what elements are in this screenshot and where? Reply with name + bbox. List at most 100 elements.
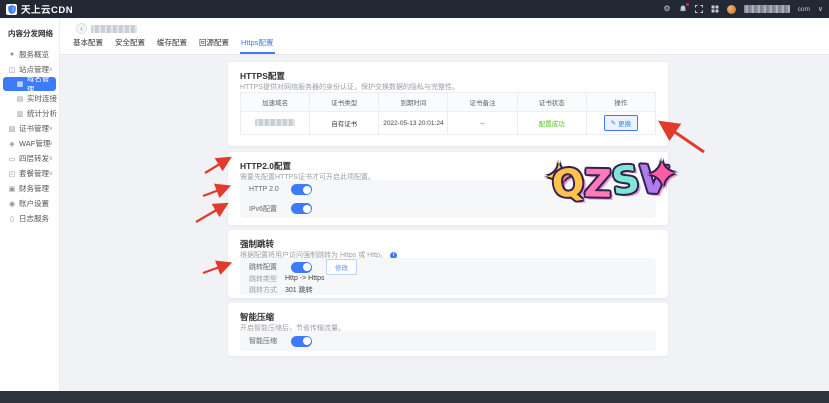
table-header-row: 加速域名 证书类型 到期时间 证书备注 证书状态 操作 xyxy=(241,93,656,112)
redacted-domain xyxy=(255,119,295,126)
redacted-domain xyxy=(91,25,137,33)
card-title: 智能压缩 xyxy=(240,311,274,323)
graffiti-watermark: ✦ Q Z S V ✦ xyxy=(551,159,670,203)
sidebar: 内容分发网络 ● 服务概览 ◫ 站点管理 ∧ ▦ 域名管理 ▤ 实时连接 ▥ 统… xyxy=(0,18,60,391)
setting-label: HTTP 2.0 xyxy=(249,186,285,193)
sidebar-item-log-service[interactable]: ▯ 日志服务 xyxy=(0,211,59,226)
certificate-table: 加速域名 证书类型 到期时间 证书备注 证书状态 操作 自有证书 2022-05… xyxy=(240,92,656,135)
col-action: 操作 xyxy=(586,93,655,112)
chevron-down-icon: ∨ xyxy=(49,140,53,147)
redirect-toggle[interactable] xyxy=(291,262,312,273)
setting-label: 智能压缩 xyxy=(249,336,285,346)
ledger-icon: ▣ xyxy=(8,185,16,193)
compress-toggle-row: 智能压缩 xyxy=(240,331,656,351)
setting-label: 跳转配置 xyxy=(249,262,285,272)
top-bar: 天上云CDN ⚙ com ∨ xyxy=(0,0,829,18)
card-description: HTTPS提供对网络服务器的身份认证，保护交换数据的隐私与完整性。 xyxy=(240,82,459,92)
tab-origin-config[interactable]: 回源配置 xyxy=(198,34,230,54)
fullscreen-icon[interactable] xyxy=(695,5,703,13)
sidebar-item-service-overview[interactable]: ● 服务概览 xyxy=(0,47,59,62)
field-label: 跳转方式 xyxy=(249,285,285,295)
chevron-down-icon: ∨ xyxy=(49,155,53,162)
redirect-type-row: 跳转类型 Http -> Https xyxy=(240,273,656,284)
sidebar-item-cert-management[interactable]: ▧ 证书管理 ∨ xyxy=(0,121,59,136)
https-config-card: HTTPS配置 HTTPS提供对网络服务器的身份认证，保护交换数据的隐私与完整性… xyxy=(228,62,668,146)
http2-toggle[interactable] xyxy=(291,184,312,195)
sidebar-item-account-settings[interactable]: ◉ 账户设置 xyxy=(0,196,59,211)
main-content: HTTPS配置 HTTPS提供对网络服务器的身份认证，保护交换数据的隐私与完整性… xyxy=(60,55,829,391)
smart-compress-card: 智能压缩 开启智能压缩后，节省传输流量。 智能压缩 xyxy=(228,303,668,356)
tab-basic-config[interactable]: 基本配置 xyxy=(72,34,104,54)
chevron-up-icon: ∧ xyxy=(49,66,53,73)
col-cert-type: 证书类型 xyxy=(310,93,379,112)
user-menu-chevron-icon[interactable]: ∨ xyxy=(818,5,823,13)
notification-badge-dot xyxy=(686,3,689,6)
tab-cache-config[interactable]: 缓存配置 xyxy=(156,34,188,54)
field-value: Http -> Https xyxy=(285,275,324,282)
sidebar-item-domain-management[interactable]: ▦ 域名管理 xyxy=(3,77,56,91)
settings-gear-icon[interactable]: ⚙ xyxy=(663,5,670,13)
cert-remark-cell: -- xyxy=(448,112,517,135)
card-title: 强制跳转 xyxy=(240,238,274,250)
setting-label: IPv6配置 xyxy=(249,204,285,214)
user-avatar[interactable] xyxy=(727,5,736,14)
monitor-icon: ▭ xyxy=(8,155,16,163)
modify-button[interactable]: 修改 xyxy=(326,259,357,275)
redirect-mode-row: 跳转方式 301 跳转 xyxy=(240,284,656,295)
expire-time-cell: 2022-05-13 20:01:24 xyxy=(379,112,448,135)
apps-grid-icon[interactable] xyxy=(711,5,719,13)
tab-security-config[interactable]: 安全配置 xyxy=(114,34,146,54)
status-badge: 配置成功 xyxy=(539,121,565,128)
notifications-bell-icon[interactable] xyxy=(679,5,687,13)
page-header-band: ‹ 基本配置 安全配置 缓存配置 回源配置 Https配置 xyxy=(60,18,829,55)
site-icon: ◫ xyxy=(8,66,16,74)
chevron-down-icon: ∨ xyxy=(49,125,53,132)
replace-cert-button[interactable]: ✎ 更换 xyxy=(604,115,638,131)
col-domain: 加速域名 xyxy=(241,93,310,112)
chevron-down-icon: ∨ xyxy=(49,170,53,177)
box-icon: ◰ xyxy=(8,170,16,178)
sidebar-item-package-management[interactable]: ◰ 套餐管理 ∨ xyxy=(0,166,59,181)
back-button[interactable]: ‹ xyxy=(76,23,87,34)
sidebar-item-finance[interactable]: ▣ 财务管理 xyxy=(0,181,59,196)
col-cert-status: 证书状态 xyxy=(517,93,586,112)
list-icon: ▤ xyxy=(16,95,24,103)
dot-icon: ● xyxy=(8,51,16,58)
field-label: 跳转类型 xyxy=(249,274,285,284)
card-title: HTTPS配置 xyxy=(240,70,285,82)
user-icon: ◉ xyxy=(8,200,16,208)
sidebar-item-layer4-forward[interactable]: ▭ 四层转发 ∨ xyxy=(0,151,59,166)
shield-icon xyxy=(8,5,16,14)
card-title: HTTP2.0配置 xyxy=(240,160,291,172)
shield-icon: ◈ xyxy=(8,140,16,148)
redirect-settings-box: 跳转配置 修改 跳转类型 Http -> Https 跳转方式 301 跳转 xyxy=(240,258,656,295)
table-row: 自有证书 2022-05-13 20:01:24 -- 配置成功 ✎ 更换 xyxy=(241,112,656,135)
sparkle-icon: ✦ xyxy=(646,154,680,194)
ipv6-toggle[interactable] xyxy=(291,203,312,214)
config-tabs: 基本配置 安全配置 缓存配置 回源配置 Https配置 xyxy=(72,34,275,54)
col-expire-time: 到期时间 xyxy=(379,93,448,112)
cert-type-cell: 自有证书 xyxy=(310,112,379,135)
grid-icon: ▦ xyxy=(16,80,24,88)
force-redirect-card: 强制跳转 根据配置将用户访问强制跳转为 Https 或 Http。 i 跳转配置… xyxy=(228,230,668,298)
redacted-username xyxy=(744,5,790,13)
sidebar-item-statistics[interactable]: ▥ 统计分析 xyxy=(0,106,59,121)
tab-https-config[interactable]: Https配置 xyxy=(240,34,275,54)
field-value: 301 跳转 xyxy=(285,285,313,295)
username-suffix: com xyxy=(798,6,810,13)
sidebar-item-waf[interactable]: ◈ WAF管理 ∨ xyxy=(0,136,59,151)
sidebar-title: 内容分发网络 xyxy=(0,18,59,47)
compress-settings-box: 智能压缩 xyxy=(240,331,656,351)
brand-logo xyxy=(6,4,17,15)
sidebar-item-realtime[interactable]: ▤ 实时连接 xyxy=(0,91,59,106)
redirect-toggle-row: 跳转配置 修改 xyxy=(240,258,656,273)
compress-toggle[interactable] xyxy=(291,336,312,347)
topbar-actions: ⚙ com ∨ xyxy=(663,0,823,18)
edit-icon: ✎ xyxy=(611,119,616,127)
document-icon: ▯ xyxy=(8,215,16,223)
stats-icon: ▥ xyxy=(16,110,24,118)
certificate-icon: ▧ xyxy=(8,125,16,133)
col-cert-remark: 证书备注 xyxy=(448,93,517,112)
brand-name: 天上云CDN xyxy=(21,2,73,16)
app-root: 天上云CDN ⚙ com ∨ xyxy=(0,0,829,403)
